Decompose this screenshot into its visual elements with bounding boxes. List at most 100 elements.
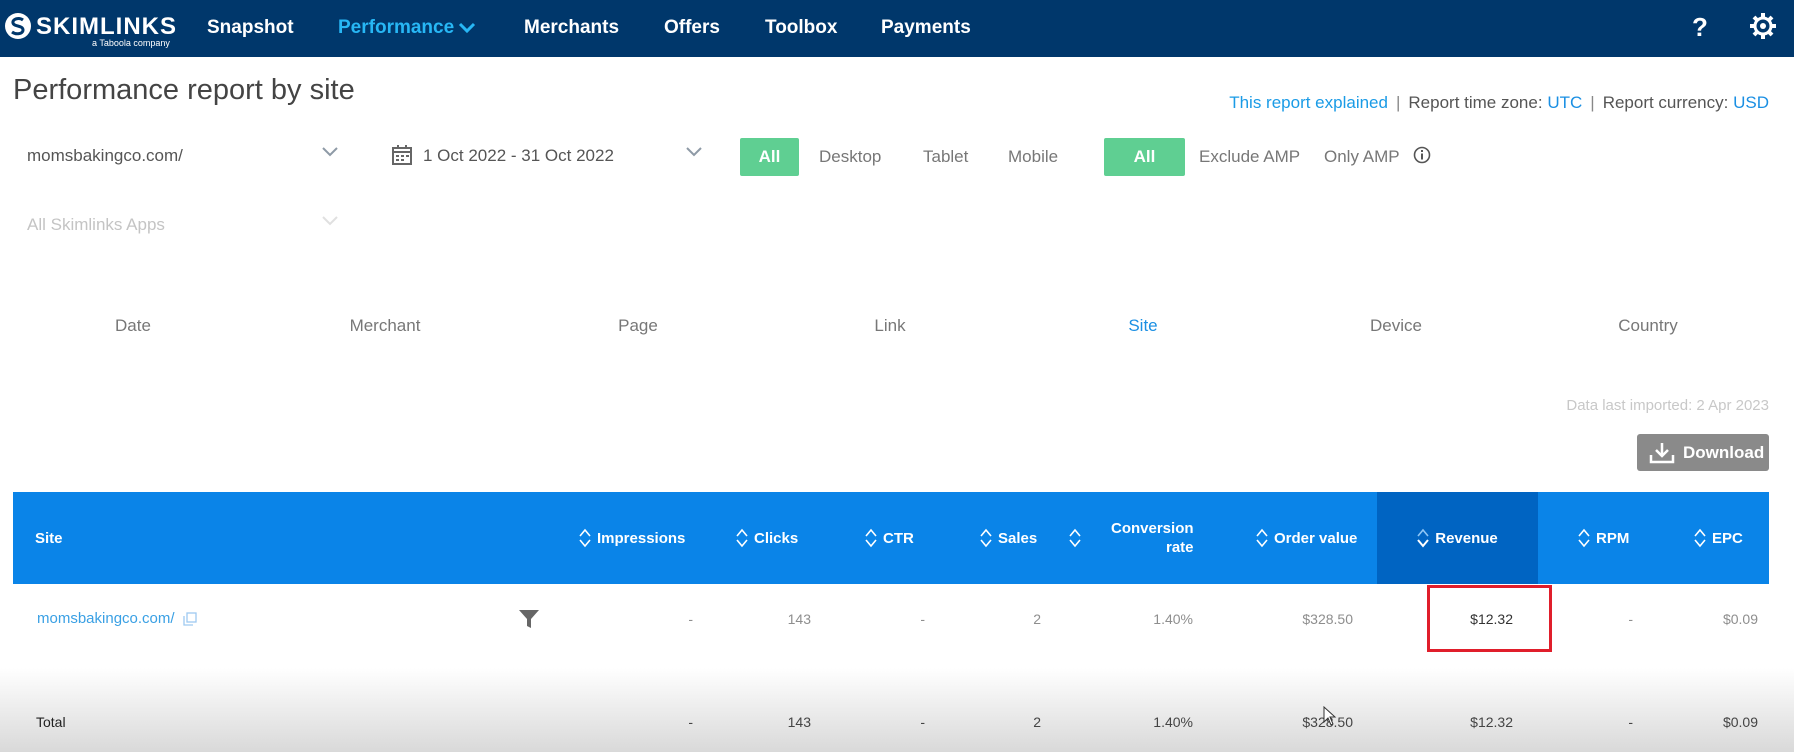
apps-select[interactable]: All Skimlinks Apps xyxy=(27,207,339,241)
cell-sales: 2 xyxy=(1033,611,1041,627)
device-desktop[interactable]: Desktop xyxy=(819,138,881,176)
divider: | xyxy=(1590,93,1595,112)
col-conversion-line2: rate xyxy=(1165,539,1194,556)
device-mobile[interactable]: Mobile xyxy=(1008,138,1058,176)
nav-performance-label: Performance xyxy=(338,17,455,38)
download-icon xyxy=(1649,443,1675,464)
chevron-down-icon xyxy=(686,147,702,157)
nav-payments[interactable]: Payments xyxy=(881,17,971,39)
tab-date[interactable]: Date xyxy=(63,316,203,336)
col-revenue[interactable]: Revenue xyxy=(1377,492,1538,584)
total-sales: 2 xyxy=(1033,714,1041,730)
nav-offers[interactable]: Offers xyxy=(664,17,720,39)
amp-only[interactable]: Only AMP xyxy=(1324,138,1400,176)
apps-select-placeholder: All Skimlinks Apps xyxy=(27,215,165,234)
data-last-imported: Data last imported: 2 Apr 2023 xyxy=(1566,397,1769,414)
mouse-cursor-icon xyxy=(1323,706,1337,726)
site-link-text: momsbakingco.com/ xyxy=(37,610,175,627)
table-header: Site Impressions Clicks CTR Sales Conver… xyxy=(13,492,1769,584)
col-epc[interactable]: EPC xyxy=(1694,492,1743,584)
sort-icon xyxy=(1694,528,1706,548)
table-total-row: Total - 143 - 2 1.40% $328.50 $12.32 - $… xyxy=(13,692,1769,752)
col-ctr-label: CTR xyxy=(883,529,914,547)
sort-icon xyxy=(736,528,748,548)
tab-site[interactable]: Site xyxy=(1073,316,1213,336)
col-ctr[interactable]: CTR xyxy=(865,492,914,584)
col-conversion-rate[interactable]: Conversion rate xyxy=(1069,492,1194,584)
gear-icon[interactable] xyxy=(1750,13,1776,39)
cell-rpm: - xyxy=(1628,611,1633,627)
col-site[interactable]: Site xyxy=(35,492,63,584)
sort-icon xyxy=(1256,528,1268,548)
nav-merchants[interactable]: Merchants xyxy=(524,17,619,39)
tab-merchant[interactable]: Merchant xyxy=(315,316,455,336)
skimlinks-logo-icon xyxy=(5,13,31,39)
skimlinks-logo[interactable]: SKIMLINKS a Taboola company xyxy=(4,10,177,50)
nav-snapshot[interactable]: Snapshot xyxy=(207,17,294,39)
total-epc: $0.09 xyxy=(1722,714,1758,730)
chevron-down-icon xyxy=(459,22,476,34)
page-title: Performance report by site xyxy=(13,74,355,106)
amp-toggle: All Exclude AMP Only AMP xyxy=(1104,138,1414,176)
total-label: Total xyxy=(36,714,66,730)
col-rpm-label: RPM xyxy=(1596,529,1630,547)
chevron-down-icon xyxy=(322,147,338,157)
total-rpm: - xyxy=(1628,714,1633,730)
total-conversion-rate: 1.40% xyxy=(1153,714,1193,730)
amp-exclude[interactable]: Exclude AMP xyxy=(1199,138,1300,176)
download-button[interactable]: Download xyxy=(1637,434,1769,471)
date-range-select[interactable]: 1 Oct 2022 - 31 Oct 2022 xyxy=(391,138,703,172)
col-sales[interactable]: Sales xyxy=(980,492,1037,584)
cell-ctr: - xyxy=(920,611,925,627)
col-impressions[interactable]: Impressions xyxy=(579,492,685,584)
device-toggle: All Desktop Tablet Mobile xyxy=(740,138,1080,176)
download-label: Download xyxy=(1683,443,1765,462)
report-meta: This report explained | Report time zone: … xyxy=(1229,93,1769,113)
site-select-value: momsbakingco.com/ xyxy=(27,146,183,165)
site-select[interactable]: momsbakingco.com/ xyxy=(27,138,339,172)
date-range-value: 1 Oct 2022 - 31 Oct 2022 xyxy=(423,146,614,165)
total-ctr: - xyxy=(920,714,925,730)
logo-text: SKIMLINKS xyxy=(36,13,177,40)
divider: | xyxy=(1395,93,1401,112)
device-tablet[interactable]: Tablet xyxy=(923,138,968,176)
filter-icon[interactable] xyxy=(518,608,540,630)
col-conversion-label: Conversion rate xyxy=(1111,519,1194,557)
currency-value[interactable]: USD xyxy=(1733,93,1769,112)
device-all[interactable]: All xyxy=(740,138,799,176)
total-clicks: 143 xyxy=(787,714,811,730)
col-clicks[interactable]: Clicks xyxy=(736,492,798,584)
timezone-label: Report time zone: xyxy=(1408,93,1543,112)
top-navigation: SKIMLINKS a Taboola company Snapshot Per… xyxy=(0,0,1794,57)
info-icon[interactable] xyxy=(1413,146,1431,164)
col-site-label: Site xyxy=(35,529,63,547)
logo-subtitle: a Taboola company xyxy=(92,38,170,48)
col-revenue-label: Revenue xyxy=(1435,529,1498,547)
col-order-value-label: Order value xyxy=(1274,529,1358,547)
col-conversion-line1: Conversion xyxy=(1111,520,1194,537)
chevron-down-icon xyxy=(322,216,338,226)
tab-page[interactable]: Page xyxy=(568,316,708,336)
sort-icon xyxy=(865,528,877,548)
external-link-icon xyxy=(183,612,197,626)
cell-clicks: 143 xyxy=(787,611,811,627)
col-clicks-label: Clicks xyxy=(754,529,799,547)
report-explained-link[interactable]: This report explained xyxy=(1229,93,1388,112)
col-impressions-label: Impressions xyxy=(597,529,686,547)
revenue-highlight-box xyxy=(1427,585,1552,652)
tab-device[interactable]: Device xyxy=(1326,316,1466,336)
sort-icon xyxy=(980,528,992,548)
help-icon[interactable]: ? xyxy=(1692,12,1708,43)
nav-toolbox[interactable]: Toolbox xyxy=(765,17,837,39)
cell-order-value: $328.50 xyxy=(1302,611,1353,627)
nav-performance[interactable]: Performance xyxy=(338,17,476,39)
cell-epc: $0.09 xyxy=(1722,611,1758,627)
col-rpm[interactable]: RPM xyxy=(1578,492,1629,584)
site-link[interactable]: momsbakingco.com/ xyxy=(37,589,197,649)
amp-all[interactable]: All xyxy=(1104,138,1185,176)
timezone-value[interactable]: UTC xyxy=(1547,93,1582,112)
tab-link[interactable]: Link xyxy=(820,316,960,336)
tab-country[interactable]: Country xyxy=(1578,316,1718,336)
currency-label: Report currency: xyxy=(1602,93,1729,112)
col-order-value[interactable]: Order value xyxy=(1256,492,1357,584)
